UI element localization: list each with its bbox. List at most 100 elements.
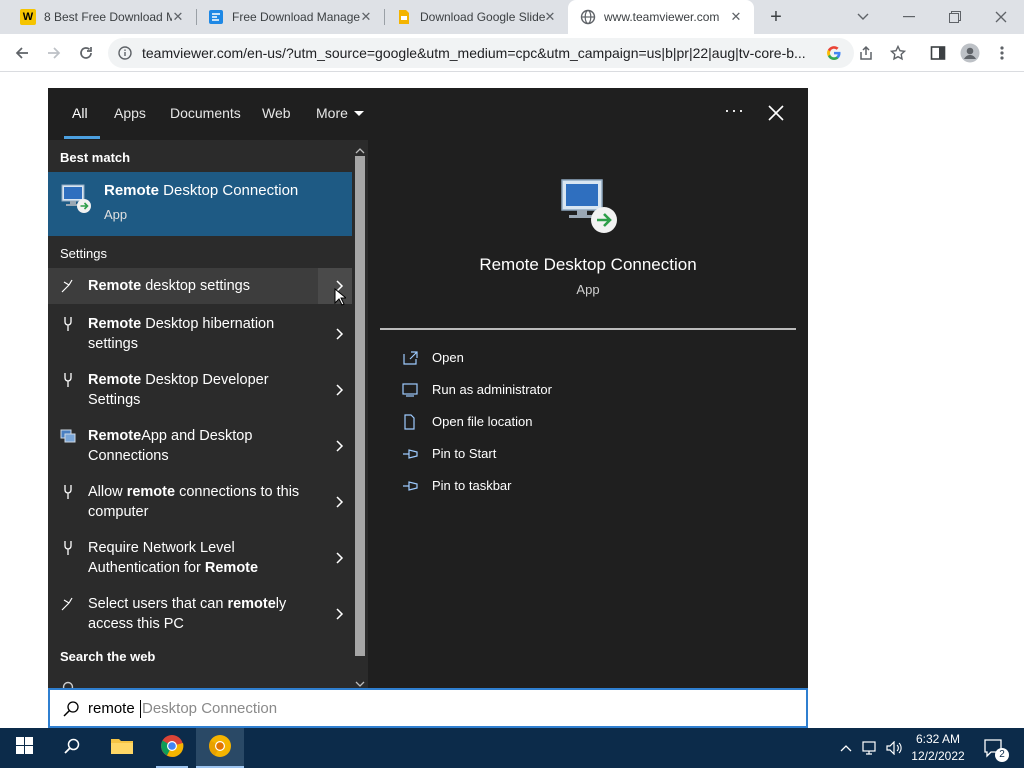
share-icon[interactable] <box>854 41 878 65</box>
network-icon[interactable] <box>860 728 882 768</box>
google-icon[interactable] <box>822 41 846 65</box>
settings-item-remoteapp-connections[interactable]: RemoteApp and Desktop Connections <box>48 426 352 482</box>
restore-icon[interactable] <box>932 0 978 34</box>
action-open[interactable]: Open <box>402 348 702 372</box>
tab-search-chevron-icon[interactable] <box>840 0 886 34</box>
search-scope-tabs: All Apps Documents Web More ··· <box>48 88 808 140</box>
action-run-as-admin[interactable]: Run as administrator <box>402 380 702 404</box>
results-list: Best match Remote Desktop Connection App… <box>48 140 352 690</box>
close-icon[interactable]: ✕ <box>358 9 374 25</box>
reload-icon[interactable] <box>74 41 98 65</box>
settings-item-label: Remote Desktop hibernation settings <box>88 316 275 352</box>
back-arrow-icon[interactable] <box>10 41 34 65</box>
chevron-right-icon[interactable] <box>330 325 348 343</box>
tab-web[interactable]: Web <box>262 105 291 121</box>
search-icon <box>62 700 80 718</box>
allow-remote-icon <box>60 484 76 500</box>
minimize-icon[interactable] <box>886 0 932 34</box>
close-icon[interactable]: ✕ <box>542 9 558 25</box>
action-label: Pin to Start <box>432 446 497 461</box>
chevron-right-icon[interactable] <box>330 605 348 623</box>
tab-teamviewer[interactable]: www.teamviewer.com ✕ <box>568 0 754 34</box>
settings-item-select-remote-users[interactable]: Select users that can remotely access th… <box>48 594 352 650</box>
action-label: Open file location <box>432 414 533 429</box>
more-options-icon[interactable]: ··· <box>724 100 745 121</box>
preview-subtitle: App <box>576 282 600 297</box>
tab-download-google-slides[interactable]: Download Google Slide ✕ <box>384 0 568 34</box>
tab-documents[interactable]: Documents <box>170 105 241 121</box>
mouse-cursor-icon <box>334 287 348 311</box>
tab-free-download-manager[interactable]: Free Download Manage ✕ <box>196 0 384 34</box>
remoteapp-icon <box>60 428 76 444</box>
text-caret <box>140 700 141 718</box>
info-icon[interactable] <box>118 46 132 60</box>
close-icon[interactable]: ✕ <box>170 9 186 25</box>
best-match-heading: Best match <box>60 150 131 165</box>
tab-apps[interactable]: Apps <box>114 105 146 121</box>
scroll-up-icon[interactable] <box>355 143 365 154</box>
results-scrollbar[interactable] <box>352 140 368 690</box>
action-pin-to-taskbar[interactable]: Pin to taskbar <box>402 476 702 500</box>
settings-item-label: Require Network Level Authentication for… <box>88 540 259 576</box>
chevron-right-icon[interactable] <box>330 493 348 511</box>
forward-arrow-icon[interactable] <box>42 41 66 65</box>
taskbar-chrome[interactable] <box>148 728 196 768</box>
settings-item-label: Select users that can remotely access th… <box>88 596 287 632</box>
notification-count-badge: 2 <box>995 748 1009 762</box>
active-tab-indicator <box>64 136 100 139</box>
taskbar-search-button[interactable] <box>48 728 96 768</box>
run-as-admin-icon <box>402 382 420 398</box>
tab-title: 8 Best Free Download M <box>44 10 172 24</box>
chevron-right-icon[interactable] <box>330 549 348 567</box>
search-icon <box>63 737 81 760</box>
close-icon[interactable] <box>764 101 788 125</box>
tab-more[interactable]: More <box>316 105 364 121</box>
chevron-right-icon[interactable] <box>330 381 348 399</box>
chevron-right-icon[interactable] <box>330 437 348 455</box>
settings-item-remote-desktop-hibernation[interactable]: Remote Desktop hibernation settings <box>48 314 352 370</box>
settings-item-network-level-auth[interactable]: Require Network Level Authentication for… <box>48 538 352 594</box>
taskbar-clock[interactable]: 6:32 AM 12/2/2022 <box>906 731 970 765</box>
best-match-type: App <box>104 207 128 222</box>
settings-item-label: Remote desktop settings <box>88 278 251 294</box>
kebab-menu-icon[interactable] <box>990 41 1014 65</box>
start-button[interactable] <box>0 728 48 768</box>
settings-item-allow-remote-connections[interactable]: Allow remote connections to this compute… <box>48 482 352 538</box>
browser-tab-strip: W 8 Best Free Download M ✕ Free Download… <box>0 0 1024 34</box>
start-search-panel: All Apps Documents Web More ··· Best mat… <box>48 88 808 728</box>
scrollbar-thumb[interactable] <box>355 156 365 656</box>
taskbar-chrome-canary[interactable] <box>196 728 244 768</box>
caret-down-icon <box>353 111 364 116</box>
taskbar-file-explorer[interactable] <box>98 728 146 768</box>
tab-all[interactable]: All <box>72 105 88 121</box>
profile-avatar-icon[interactable] <box>958 41 982 65</box>
address-bar[interactable]: teamviewer.com/en-us/?utm_source=google&… <box>108 38 854 68</box>
close-icon[interactable]: ✕ <box>728 9 744 25</box>
url-text: teamviewer.com/en-us/?utm_source=google&… <box>142 45 806 61</box>
bookmark-star-icon[interactable] <box>886 41 910 65</box>
scroll-down-icon[interactable] <box>355 676 365 687</box>
search-web-heading: Search the web <box>60 649 156 664</box>
w-icon: W <box>20 9 36 25</box>
chrome-canary-icon <box>208 734 232 763</box>
tab-title: Free Download Manage <box>232 10 360 24</box>
action-open-file-location[interactable]: Open file location <box>402 412 702 436</box>
settings-item-remote-desktop-settings[interactable]: Remote desktop settings <box>48 268 352 306</box>
taskbar: 6:32 AM 12/2/2022 2 <box>0 728 1024 768</box>
settings-item-remote-desktop-developer[interactable]: Remote Desktop Developer Settings <box>48 370 352 426</box>
tab-more-label: More <box>316 105 348 121</box>
tab-best-free-download[interactable]: W 8 Best Free Download M ✕ <box>8 0 196 34</box>
search-input[interactable]: remote Desktop Connection <box>48 688 808 728</box>
volume-icon[interactable] <box>884 728 906 768</box>
clock-date: 12/2/2022 <box>911 749 965 763</box>
select-users-icon <box>60 596 76 612</box>
side-panel-icon[interactable] <box>926 41 950 65</box>
window-close-icon[interactable] <box>978 0 1024 34</box>
action-pin-to-start[interactable]: Pin to Start <box>402 444 702 468</box>
best-match-item[interactable]: Remote Desktop Connection App <box>48 172 352 236</box>
pin-icon <box>402 446 420 462</box>
new-tab-icon[interactable]: + <box>766 7 786 27</box>
notification-center-icon[interactable]: 2 <box>980 728 1009 768</box>
preview-pane: Remote Desktop Connection App Open Run a… <box>380 140 808 690</box>
tray-chevron-up-icon[interactable] <box>836 728 856 768</box>
